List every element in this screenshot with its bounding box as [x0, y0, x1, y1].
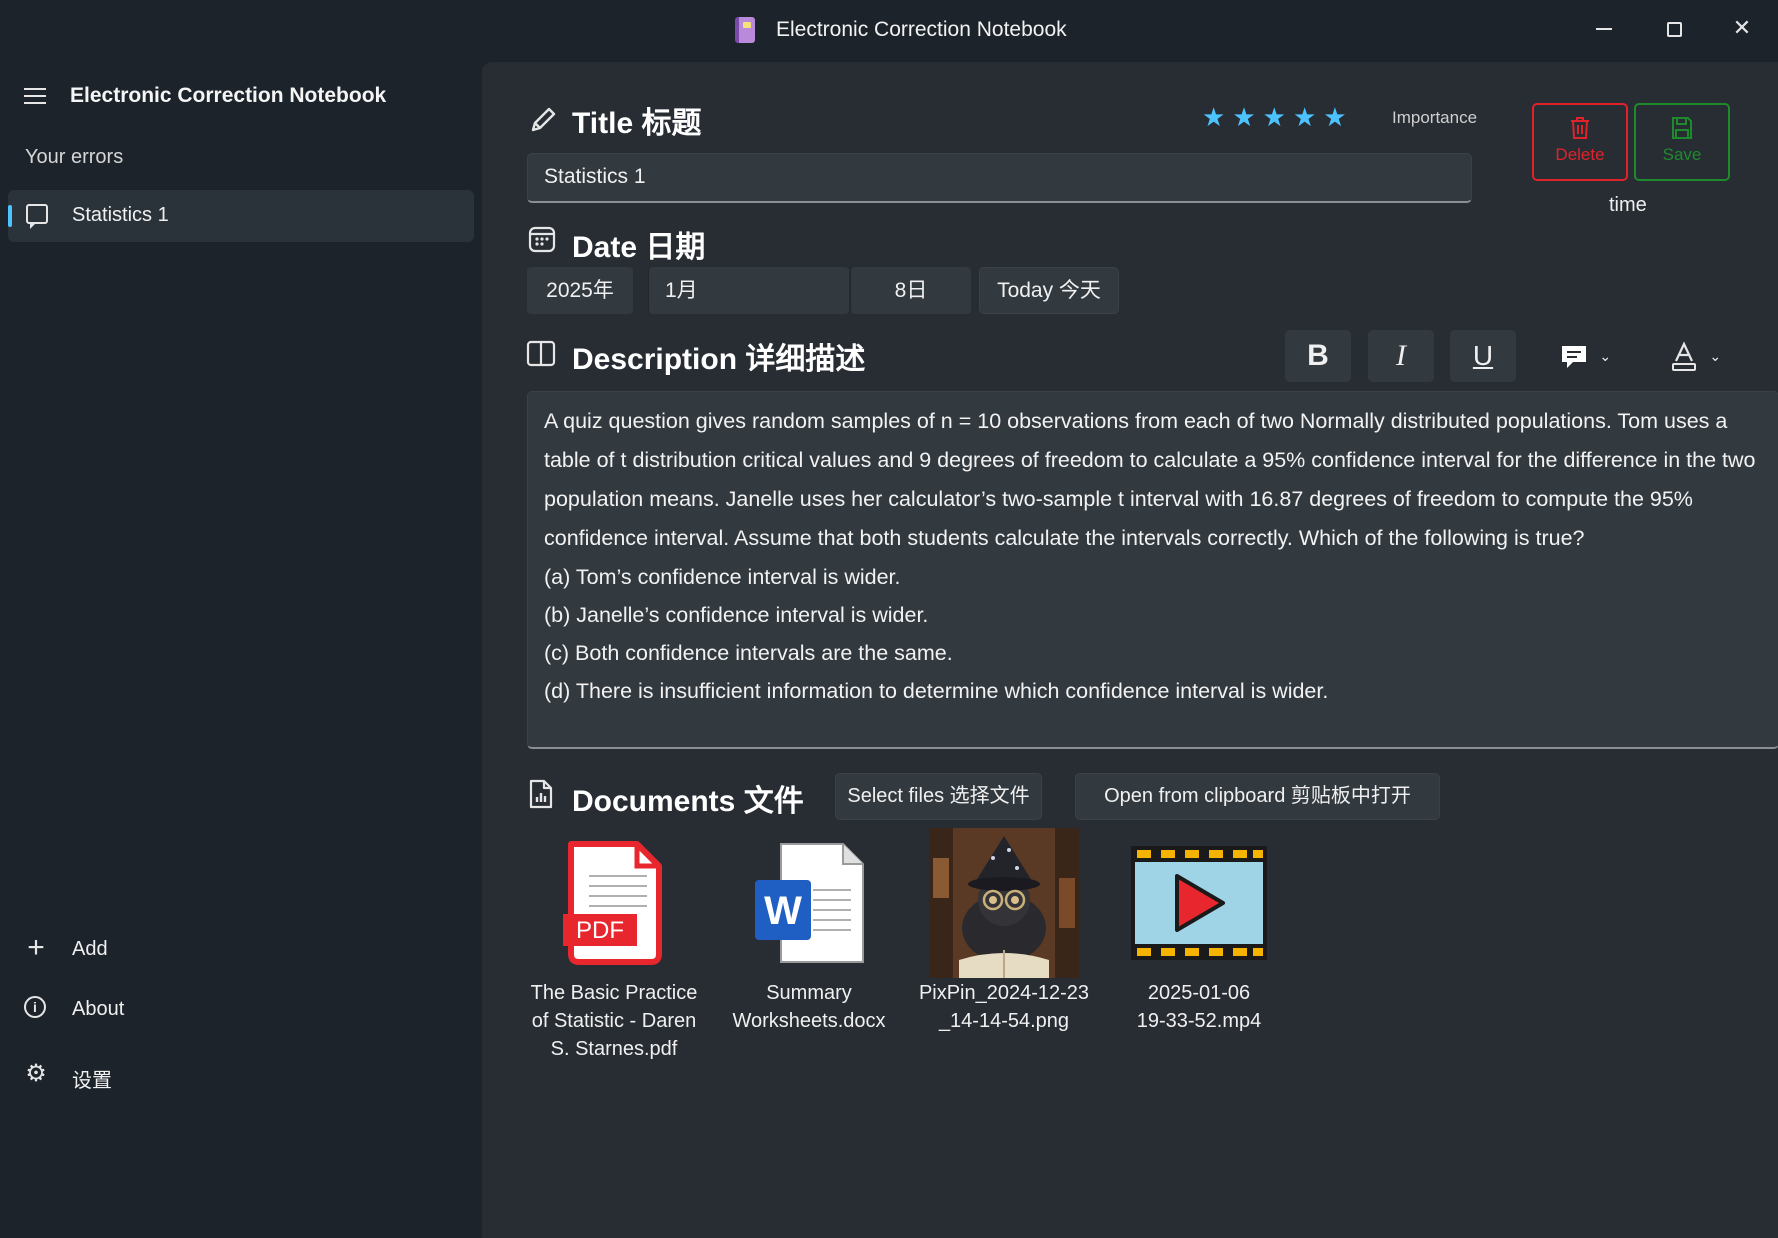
description-paragraph: A quiz question gives random samples of … [544, 409, 1756, 550]
settings-button[interactable]: ⚙ 设置 [0, 1052, 482, 1098]
trash-icon [1571, 117, 1589, 139]
description-option-a: (a) Tom’s confidence interval is wider. [544, 565, 901, 589]
save-button[interactable]: Save [1634, 103, 1730, 181]
settings-label: 设置 [72, 1070, 112, 1092]
window-title: Electronic Correction Notebook [776, 18, 1067, 41]
about-button[interactable]: i About [0, 986, 482, 1032]
today-button[interactable]: Today 今天 [979, 267, 1119, 314]
calendar-icon [528, 226, 556, 253]
file-tile-png[interactable]: PixPin_2024-12-23 _14-14-54.png [914, 828, 1094, 1035]
description-option-b: (b) Janelle’s confidence interval is wid… [544, 603, 929, 627]
sidebar: Electronic Correction Notebook Your erro… [0, 62, 482, 1238]
file-tile-docx[interactable]: W Summary Worksheets.docx [719, 840, 899, 1035]
underline-icon: U [1472, 340, 1494, 371]
font-color-icon [1671, 341, 1696, 371]
editor-panel: Title 标题 ★ ★ ★ ★ ★ Importance Statistics 1 D… [482, 62, 1778, 1238]
star-icon[interactable]: ★ [1202, 102, 1225, 133]
chat-icon [26, 204, 48, 229]
star-icon[interactable]: ★ [1263, 102, 1286, 133]
chevron-down-icon: ⌄ [1599, 348, 1612, 364]
plus-icon: + [27, 931, 45, 964]
svg-text:PDF: PDF [576, 917, 624, 944]
importance-label: Importance [1392, 108, 1478, 127]
add-label: Add [72, 938, 108, 960]
delete-button[interactable]: Delete [1532, 103, 1628, 181]
word-file-icon: W [755, 843, 864, 963]
description-option-c: (c) Both confidence intervals are the sa… [544, 641, 953, 665]
add-button[interactable]: + Add [0, 926, 482, 972]
pencil-icon [531, 107, 556, 132]
delete-label: Delete [1555, 145, 1605, 164]
info-icon: i [24, 996, 48, 1020]
file-tile-pdf[interactable]: PDF The Basic Practice of Statistic - Da… [524, 840, 704, 1063]
star-icon[interactable]: ★ [1323, 102, 1346, 133]
chevron-down-icon: ⌄ [1709, 348, 1722, 364]
minimize-button[interactable] [1576, 8, 1632, 48]
title-bar: Electronic Correction Notebook ✕ [0, 0, 1778, 62]
star-icon[interactable]: ★ [1293, 102, 1316, 133]
notebook-app-icon [735, 17, 755, 43]
italic-icon: I [1396, 339, 1406, 372]
video-file-icon [1131, 846, 1267, 960]
highlight-dropdown[interactable]: ⌄ [1540, 330, 1630, 382]
file-tile-mp4[interactable]: 2025-01-06 19-33-52.mp4 [1109, 840, 1289, 1035]
sidebar-item-statistics-1[interactable]: Statistics 1 [8, 190, 474, 242]
gear-icon: ⚙ [25, 1060, 47, 1087]
comment-highlight-icon [1561, 345, 1586, 368]
font-color-dropdown[interactable]: ⌄ [1650, 330, 1740, 382]
close-icon: ✕ [1732, 15, 1752, 40]
file-name: PixPin_2024-12-23 _14-14-54.png [918, 982, 1090, 1032]
title-input[interactable]: Statistics 1 [527, 153, 1472, 203]
date-heading: Date 日期 [572, 231, 706, 264]
book-icon [526, 340, 556, 367]
description-option-d: (d) There is insufficient information to… [544, 679, 1329, 703]
open-from-clipboard-button[interactable]: Open from clipboard 剪贴板中打开 [1075, 773, 1440, 820]
select-files-button[interactable]: Select files 选择文件 [835, 773, 1042, 820]
floppy-disk-icon [1672, 117, 1692, 139]
time-label: time [1609, 194, 1647, 216]
date-month-picker[interactable]: 1月 [648, 267, 849, 314]
document-chart-icon [529, 779, 553, 809]
bold-button[interactable]: B [1285, 330, 1351, 382]
file-name: 2025-01-06 19-33-52.mp4 [1136, 982, 1262, 1032]
sidebar-section-label: Your errors [25, 146, 124, 168]
hamburger-menu-icon[interactable] [24, 88, 46, 104]
documents-heading: Documents 文件 [572, 785, 804, 818]
maximize-button[interactable] [1646, 8, 1702, 48]
save-label: Save [1662, 145, 1702, 164]
sidebar-item-label: Statistics 1 [72, 204, 169, 226]
file-name: Summary Worksheets.docx [732, 982, 886, 1032]
bold-icon: B [1307, 339, 1329, 372]
image-thumbnail [929, 828, 1079, 978]
description-heading: Description 详细描述 [572, 343, 866, 376]
description-editor[interactable]: A quiz question gives random samples of … [527, 391, 1778, 749]
about-label: About [72, 998, 125, 1020]
star-icon[interactable]: ★ [1232, 102, 1255, 133]
date-day-picker[interactable]: 8日 [850, 267, 971, 314]
file-name: The Basic Practice of Statistic - Daren … [530, 982, 698, 1060]
importance-rating[interactable]: ★ ★ ★ ★ ★ [1202, 102, 1354, 133]
minimize-icon [1596, 28, 1612, 31]
close-button[interactable]: ✕ [1714, 8, 1770, 48]
underline-button[interactable]: U [1450, 330, 1516, 382]
title-heading: Title 标题 [572, 107, 702, 140]
sidebar-app-name: Electronic Correction Notebook [70, 84, 387, 107]
pdf-file-icon: PDF [563, 841, 662, 965]
selection-indicator [8, 205, 12, 227]
date-year-picker[interactable]: 2025年 [527, 267, 633, 314]
maximize-icon [1666, 21, 1682, 37]
svg-text:W: W [764, 889, 802, 933]
italic-button[interactable]: I [1368, 330, 1434, 382]
